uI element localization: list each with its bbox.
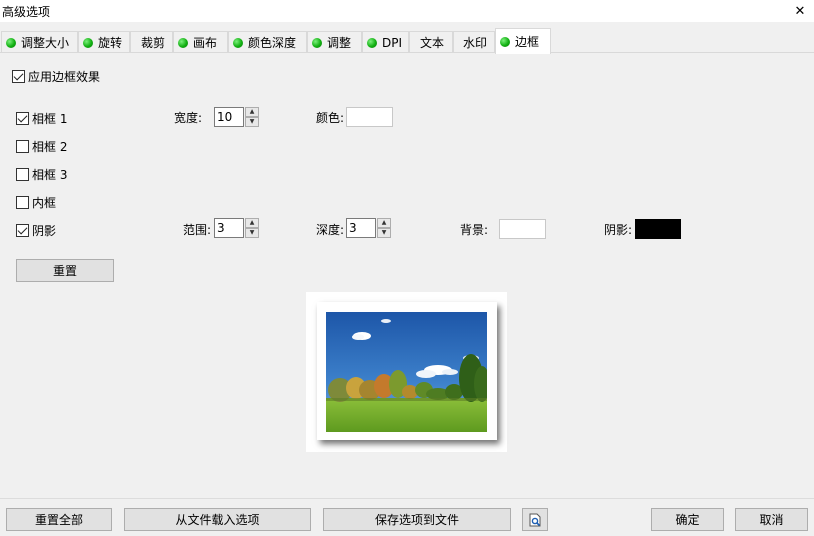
checkbox-icon[interactable] bbox=[16, 140, 29, 153]
width-spin-buttons: ▲ ▼ bbox=[245, 107, 259, 127]
status-dot-icon bbox=[500, 36, 510, 47]
apply-border-checkbox[interactable]: 应用边框效果 bbox=[12, 68, 100, 85]
reset-button-label: 重置 bbox=[52, 264, 77, 278]
width-label: 宽度: bbox=[174, 111, 203, 125]
close-button[interactable]: ✕ bbox=[786, 0, 814, 22]
inner-frame-checkbox[interactable]: 内框 bbox=[16, 194, 56, 211]
range-spinner: ▲ ▼ bbox=[214, 218, 259, 238]
preview-search-icon bbox=[529, 513, 541, 526]
preview-photo-frame bbox=[317, 302, 497, 440]
color-label: 颜色: bbox=[316, 111, 345, 125]
spin-up-icon[interactable]: ▲ bbox=[245, 218, 259, 228]
frame2-checkbox[interactable]: 相框 2 bbox=[16, 138, 67, 155]
border-preview bbox=[306, 292, 507, 452]
checkbox-checked-icon[interactable] bbox=[12, 70, 25, 83]
tab-resize[interactable]: 调整大小 bbox=[1, 31, 78, 53]
checkbox-icon[interactable] bbox=[16, 196, 29, 209]
title-bar: 高级选项 ✕ bbox=[0, 0, 814, 22]
checkbox-checked-icon[interactable] bbox=[16, 112, 29, 125]
window-title: 高级选项 bbox=[2, 5, 51, 19]
spin-down-icon[interactable]: ▼ bbox=[245, 117, 259, 127]
shadow-checkbox[interactable]: 阴影 bbox=[16, 222, 56, 239]
width-input[interactable] bbox=[214, 107, 244, 127]
spin-up-icon[interactable]: ▲ bbox=[245, 107, 259, 117]
depth-input[interactable] bbox=[346, 218, 376, 238]
save-options-button[interactable]: 保存选项到文件 bbox=[323, 508, 511, 531]
status-dot-icon bbox=[178, 37, 188, 48]
status-dot-icon bbox=[6, 37, 16, 48]
background-color-swatch[interactable] bbox=[499, 219, 546, 239]
reset-all-button[interactable]: 重置全部 bbox=[6, 508, 112, 531]
load-options-label: 从文件载入选项 bbox=[175, 513, 260, 527]
tab-rotate[interactable]: 旋转 bbox=[78, 31, 130, 53]
range-input[interactable] bbox=[214, 218, 244, 238]
tab-border[interactable]: 边框 bbox=[495, 28, 551, 54]
tab-dpi[interactable]: DPI bbox=[362, 31, 409, 53]
apply-border-label: 应用边框效果 bbox=[28, 70, 101, 84]
tab-label: 调整 bbox=[327, 36, 352, 50]
frame3-checkbox[interactable]: 相框 3 bbox=[16, 166, 67, 183]
tab-label: DPI bbox=[382, 35, 403, 50]
spin-up-icon[interactable]: ▲ bbox=[377, 218, 391, 228]
tab-label: 文本 bbox=[420, 36, 445, 50]
range-label: 范围: bbox=[183, 223, 212, 237]
cancel-button[interactable]: 取消 bbox=[735, 508, 808, 531]
preview-landscape-image bbox=[326, 312, 487, 432]
status-dot-icon bbox=[312, 37, 322, 48]
status-dot-icon bbox=[83, 37, 93, 48]
tab-adjust[interactable]: 调整 bbox=[307, 31, 362, 53]
close-icon: ✕ bbox=[794, 3, 806, 19]
tab-label: 调整大小 bbox=[21, 36, 70, 50]
range-spin-buttons: ▲ ▼ bbox=[245, 218, 259, 238]
shadow-color-label: 阴影: bbox=[604, 223, 633, 237]
ok-button[interactable]: 确定 bbox=[651, 508, 724, 531]
tab-strip: 调整大小 旋转 裁剪 画布 颜色深度 调整 DPI 文本 水印 边框 bbox=[0, 28, 814, 54]
ok-label: 确定 bbox=[675, 513, 700, 527]
tab-label: 裁剪 bbox=[141, 36, 166, 50]
spin-down-icon[interactable]: ▼ bbox=[377, 228, 391, 238]
spin-down-icon[interactable]: ▼ bbox=[245, 228, 259, 238]
frame-color-swatch[interactable] bbox=[346, 107, 393, 127]
frame1-checkbox[interactable]: 相框 1 bbox=[16, 110, 67, 127]
inner-frame-label: 内框 bbox=[32, 196, 57, 210]
tab-label: 旋转 bbox=[98, 36, 123, 50]
frame3-label: 相框 3 bbox=[32, 168, 68, 182]
depth-spin-buttons: ▲ ▼ bbox=[377, 218, 391, 238]
tab-label: 边框 bbox=[515, 35, 540, 49]
tab-watermark[interactable]: 水印 bbox=[453, 31, 495, 53]
checkbox-icon[interactable] bbox=[16, 168, 29, 181]
frame2-label: 相框 2 bbox=[32, 140, 68, 154]
status-dot-icon bbox=[233, 37, 243, 48]
shadow-label: 阴影 bbox=[32, 224, 57, 238]
status-dot-icon bbox=[367, 37, 377, 48]
tab-label: 画布 bbox=[193, 36, 218, 50]
cancel-label: 取消 bbox=[759, 513, 784, 527]
background-label: 背景: bbox=[460, 223, 489, 237]
tab-canvas[interactable]: 画布 bbox=[173, 31, 228, 53]
tab-crop[interactable]: 裁剪 bbox=[130, 31, 173, 53]
preview-button[interactable] bbox=[522, 508, 548, 531]
reset-all-label: 重置全部 bbox=[34, 513, 83, 527]
tab-label: 水印 bbox=[463, 36, 488, 50]
depth-spinner: ▲ ▼ bbox=[346, 218, 391, 238]
reset-button[interactable]: 重置 bbox=[16, 259, 114, 282]
shadow-color-swatch[interactable] bbox=[635, 219, 681, 239]
depth-label: 深度: bbox=[316, 223, 345, 237]
tab-label: 颜色深度 bbox=[248, 36, 297, 50]
checkbox-checked-icon[interactable] bbox=[16, 224, 29, 237]
tab-text[interactable]: 文本 bbox=[409, 31, 453, 53]
save-options-label: 保存选项到文件 bbox=[374, 513, 459, 527]
tab-color-depth[interactable]: 颜色深度 bbox=[228, 31, 307, 53]
load-options-button[interactable]: 从文件载入选项 bbox=[124, 508, 311, 531]
width-spinner: ▲ ▼ bbox=[214, 107, 259, 127]
frame1-label: 相框 1 bbox=[32, 112, 68, 126]
